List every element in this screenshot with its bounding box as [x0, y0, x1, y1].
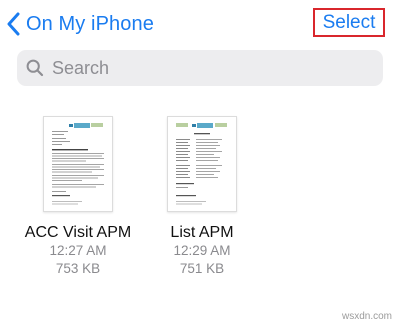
watermark: wsxdn.com: [341, 311, 392, 322]
back-button-label: On My iPhone: [26, 12, 154, 35]
back-button[interactable]: On My iPhone: [6, 10, 154, 38]
pdf-document-thumbnail-icon: [43, 116, 113, 212]
file-time: 12:27 AM: [49, 243, 107, 258]
file-size: 751 KB: [179, 261, 225, 276]
search-input[interactable]: [52, 57, 352, 79]
file-name: List APM: [170, 224, 234, 241]
file-name: ACC Visit APM: [24, 224, 132, 241]
file-item-list-apm[interactable]: List APM 12:29 AM 751 KB: [137, 116, 267, 278]
chevron-left-icon: [7, 12, 20, 36]
file-item-acc-visit-apm[interactable]: ACC Visit APM 12:27 AM 753 KB: [13, 116, 143, 278]
file-time: 12:29 AM: [173, 243, 231, 258]
search-bar[interactable]: [17, 50, 383, 86]
search-icon: [26, 59, 44, 77]
file-size: 753 KB: [55, 261, 101, 276]
select-button[interactable]: Select: [313, 8, 385, 37]
pdf-document-thumbnail-icon: [167, 116, 237, 212]
files-browser-screen: On My iPhone Select Search ACC Visit APM…: [0, 0, 400, 325]
